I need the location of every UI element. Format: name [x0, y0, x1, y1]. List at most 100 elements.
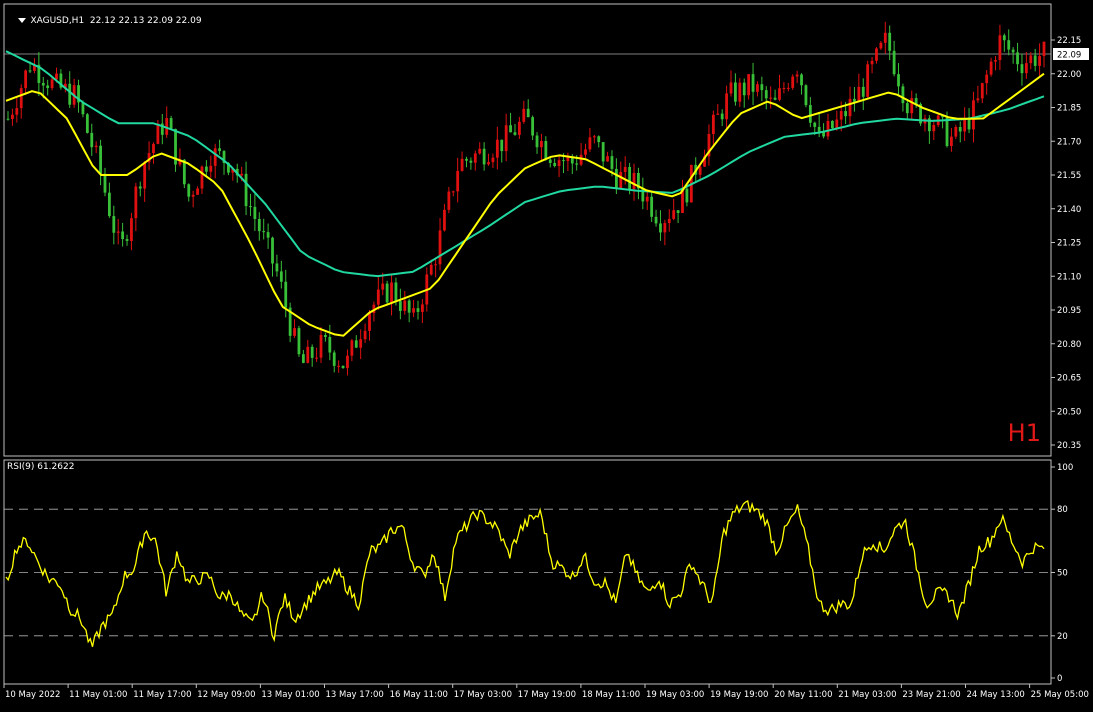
candle-body [839, 111, 843, 120]
candle-body [504, 125, 508, 152]
candle-body [531, 117, 535, 136]
time-tick-label: 16 May 11:00 [390, 690, 448, 700]
candle-body [315, 357, 318, 359]
candle-body [1024, 63, 1028, 74]
candle-body [650, 196, 654, 217]
time-tick-label: 11 May 17:00 [133, 690, 191, 700]
candle-body [557, 160, 561, 167]
candle-body [191, 194, 195, 197]
candle-body [606, 156, 609, 162]
candle-body [301, 354, 305, 363]
candle-body [390, 282, 393, 303]
candle-body [795, 74, 799, 77]
candle-body [720, 113, 724, 120]
candle-body [253, 206, 257, 219]
last-price-label: 22.09 [1057, 51, 1081, 61]
candle-body [870, 60, 874, 65]
candle-body [817, 126, 821, 132]
candle-body [566, 157, 570, 162]
candle-body [1011, 49, 1015, 53]
candle-body [764, 90, 768, 99]
candle-body [28, 70, 32, 72]
time-tick-label: 17 May 03:00 [454, 690, 512, 700]
candle-body [381, 283, 385, 290]
candle-body [522, 108, 526, 122]
candle-body [954, 127, 958, 137]
candle-body [218, 148, 222, 152]
candle-body [976, 98, 980, 101]
candle-body [932, 125, 936, 132]
candle-body [570, 157, 574, 164]
candle-body [368, 313, 371, 331]
candle-body [116, 231, 120, 233]
ohlc-label: 22.12 22.13 22.09 22.09 [89, 16, 202, 26]
rsi-header: RSI(9) 61.2622 [7, 462, 75, 472]
candle-body [451, 191, 455, 193]
candle-body [112, 216, 116, 233]
candle-body [972, 100, 975, 130]
price-tick-label: 21.40 [1057, 205, 1081, 215]
candle-body [359, 339, 363, 348]
candle-body [597, 136, 601, 143]
collapse-arrow-icon[interactable] [18, 18, 27, 23]
candle-body [509, 125, 512, 133]
candle-body [394, 282, 398, 302]
candle-body [698, 166, 702, 175]
time-tick-label: 11 May 01:00 [69, 690, 127, 700]
chart-canvas[interactable]: 22.15 22.00 21.85 21.70 21.55 21.40 21.25 21.10… [0, 0, 1093, 708]
candle-body [800, 74, 803, 86]
price-tick-label: 20.80 [1057, 340, 1081, 350]
candle-body [553, 162, 557, 167]
candle-body [892, 50, 896, 75]
candle-body [24, 70, 28, 89]
price-tick-label: 21.55 [1057, 171, 1081, 181]
symbol-label: XAGUSD,H1 [30, 16, 85, 26]
candle-body [760, 84, 764, 91]
time-tick-label: 19 May 19:00 [710, 690, 768, 700]
candle-body [200, 166, 204, 189]
candle-body [751, 74, 755, 92]
candle-body [742, 82, 746, 96]
candle-body [266, 232, 270, 238]
candle-body [196, 188, 199, 195]
price-tick-label: 20.50 [1057, 407, 1081, 417]
candle-body [204, 166, 208, 172]
candle-body [306, 346, 310, 363]
candle-body [562, 160, 565, 162]
price-tick-label: 21.85 [1057, 104, 1081, 114]
candle-body [619, 171, 623, 189]
price-tick-label: 20.95 [1057, 306, 1081, 316]
candle-body [958, 127, 962, 132]
candle-body [434, 264, 438, 266]
candle-body [588, 137, 592, 150]
rsi-tick-label: 80 [1057, 505, 1068, 515]
candle-body [416, 308, 420, 312]
candle-body [747, 74, 751, 96]
rsi-line [5, 500, 1045, 647]
candle-body [41, 82, 45, 86]
candle-body [491, 157, 495, 163]
candle-body [729, 82, 733, 94]
rsi-panel-frame [3, 459, 1052, 685]
candle-body [540, 140, 543, 148]
candle-body [1038, 56, 1041, 66]
candle-body [447, 191, 451, 210]
candle-body [544, 140, 548, 160]
candle-body [513, 132, 517, 135]
candle-body [628, 166, 631, 190]
candle-body [985, 74, 989, 84]
candle-body [500, 139, 504, 152]
candle-body [487, 162, 490, 165]
candle-body [262, 231, 266, 233]
candle-body [257, 218, 261, 232]
candle-body [187, 184, 191, 197]
ma-slow-line [5, 50, 1045, 278]
price-tick-label: 22.15 [1057, 36, 1081, 46]
candle-body [310, 346, 314, 358]
candle-body [738, 82, 742, 102]
candle-body [324, 335, 327, 337]
candle-body [813, 122, 817, 127]
trading-chart[interactable]: 22.15 22.00 21.85 21.70 21.55 21.40 21.25 21.10… [0, 0, 1093, 708]
candle-body [465, 158, 468, 161]
candle-body [90, 132, 94, 148]
